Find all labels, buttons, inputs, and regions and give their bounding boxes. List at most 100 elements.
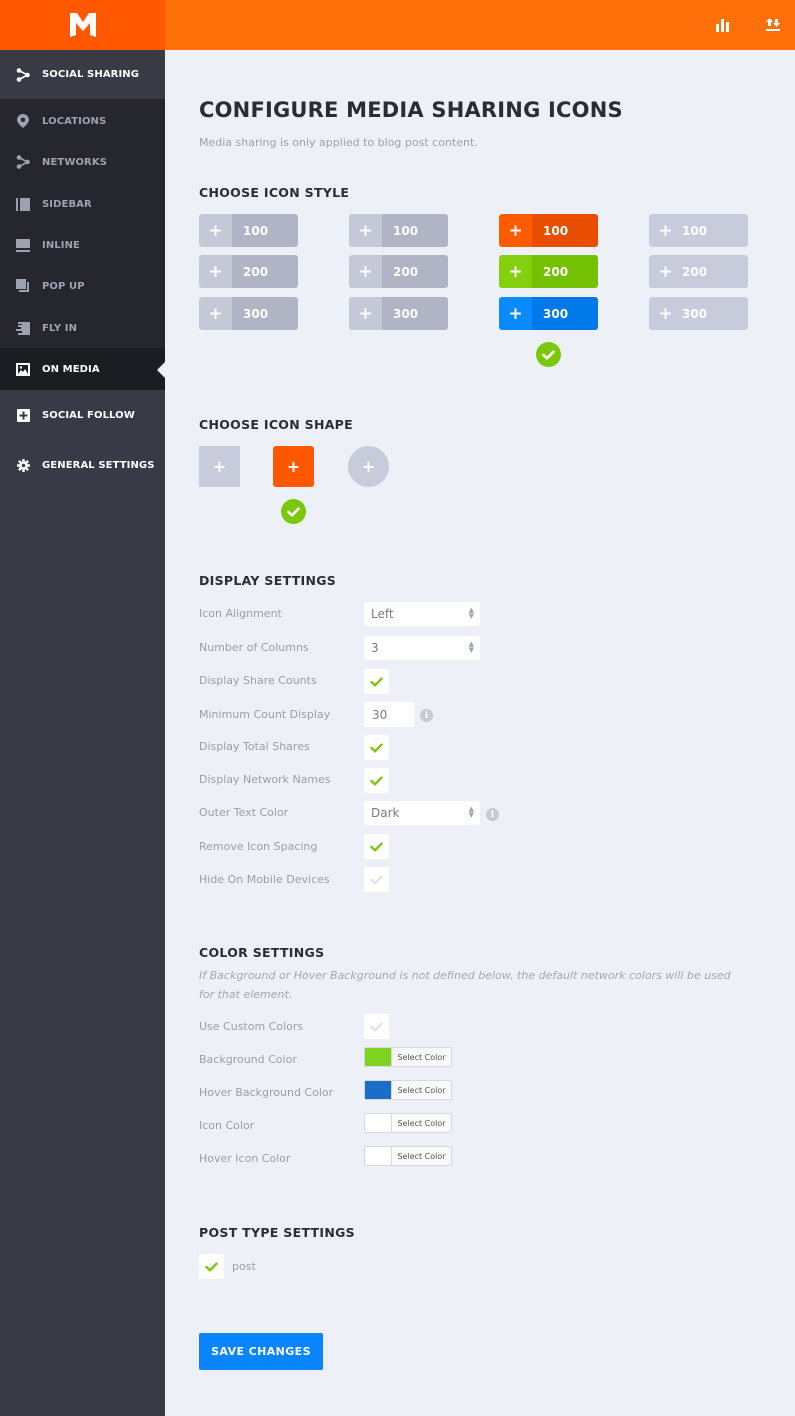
checkmark-icon xyxy=(370,875,383,884)
select-arrows-icon: ▲ ▼ xyxy=(468,640,474,654)
color-settings-note: If Background or Hover Background is not… xyxy=(199,969,731,1001)
color-swatch xyxy=(365,1114,391,1132)
select-arrows-icon: ▲ ▼ xyxy=(468,805,474,819)
image-icon xyxy=(16,362,30,376)
display-total-shares-label: Display Total Shares xyxy=(199,740,310,753)
hide-on-mobile-label: Hide On Mobile Devices xyxy=(199,873,330,886)
icon-style-1-button[interactable]: +300 xyxy=(199,297,298,330)
plus-icon: + xyxy=(199,255,232,288)
logo[interactable] xyxy=(0,0,165,50)
icon-style-count: 100 xyxy=(232,214,298,247)
remove-icon-spacing-label: Remove Icon Spacing xyxy=(199,840,318,853)
shape-option-rounded[interactable]: + xyxy=(273,446,314,487)
sidebar-item-label: ON MEDIA xyxy=(42,363,100,375)
plus-icon: + xyxy=(349,297,382,330)
icon-alignment-label: Icon Alignment xyxy=(199,607,282,620)
gear-icon xyxy=(16,458,30,472)
outer-text-color-value: Dark xyxy=(371,806,400,820)
fly-in-layout-icon xyxy=(16,321,30,335)
plus-icon: + xyxy=(212,457,227,476)
checkmark-icon xyxy=(370,842,383,851)
plus-icon: + xyxy=(499,297,532,330)
icon-alignment-select[interactable]: Left ▲ ▼ xyxy=(364,602,480,626)
save-changes-button[interactable]: SAVE CHANGES xyxy=(199,1333,323,1370)
outer-text-color-select[interactable]: Dark ▲ ▼ xyxy=(364,801,480,825)
hover-icon-color-label: Hover Icon Color xyxy=(199,1152,291,1165)
use-custom-colors-checkbox[interactable] xyxy=(364,1014,389,1039)
icon-color-picker[interactable]: Select Color xyxy=(364,1113,452,1133)
icon-style-4-button[interactable]: +200 xyxy=(649,255,748,288)
background-color-picker[interactable]: Select Color xyxy=(364,1047,452,1067)
sidebar-item-label: LOCATIONS xyxy=(42,115,107,127)
hover-background-color-picker[interactable]: Select Color xyxy=(364,1080,452,1100)
checkmark-icon xyxy=(370,677,383,686)
sidebar-item-locations[interactable]: LOCATIONS xyxy=(0,110,165,132)
icon-shape-heading: CHOOSE ICON SHAPE xyxy=(199,417,353,432)
sidebar-item-label: POP UP xyxy=(42,280,85,292)
active-indicator xyxy=(157,361,166,379)
display-network-names-checkbox[interactable] xyxy=(364,768,389,793)
display-share-counts-checkbox[interactable] xyxy=(364,669,389,694)
info-icon[interactable]: i xyxy=(486,808,499,821)
checkmark-icon xyxy=(370,1022,383,1031)
import-export-icon[interactable] xyxy=(765,17,781,33)
sidebar-layout-icon xyxy=(16,197,30,211)
sidebar-item-general-settings[interactable]: GENERAL SETTINGS xyxy=(0,454,165,476)
popup-layout-icon xyxy=(16,279,30,293)
icon-style-3-button[interactable]: +300 xyxy=(499,297,598,330)
stats-bar-chart-icon[interactable] xyxy=(715,17,731,33)
post-type-post-checkbox[interactable] xyxy=(199,1254,224,1279)
plus-icon: + xyxy=(649,214,682,247)
select-color-button[interactable]: Select Color xyxy=(391,1114,451,1132)
icon-style-count: 200 xyxy=(532,255,598,288)
icon-style-4-button[interactable]: +300 xyxy=(649,297,748,330)
checkmark-icon xyxy=(205,1262,218,1271)
minimum-count-display-input[interactable]: 30 xyxy=(364,702,414,727)
display-network-names-label: Display Network Names xyxy=(199,773,331,786)
select-arrows-icon: ▲ ▼ xyxy=(468,606,474,620)
sidebar-item-label: GENERAL SETTINGS xyxy=(42,459,155,471)
color-swatch xyxy=(365,1048,391,1066)
icon-style-2-button[interactable]: +100 xyxy=(349,214,448,247)
number-of-columns-label: Number of Columns xyxy=(199,641,309,654)
icon-style-count: 100 xyxy=(382,214,448,247)
sidebar-item-pop-up[interactable]: POP UP xyxy=(0,275,165,297)
icon-style-1-button[interactable]: +100 xyxy=(199,214,298,247)
number-of-columns-select[interactable]: 3 ▲ ▼ xyxy=(364,636,480,660)
select-color-button[interactable]: Select Color xyxy=(391,1048,451,1066)
share-network-icon xyxy=(16,67,30,82)
sidebar-item-inline[interactable]: INLINE xyxy=(0,234,165,256)
sidebar-item-networks[interactable]: NETWORKS xyxy=(0,151,165,173)
plus-icon: + xyxy=(199,214,232,247)
shape-option-square[interactable]: + xyxy=(199,446,240,487)
networks-icon xyxy=(16,155,30,169)
sidebar-item-fly-in[interactable]: FLY IN xyxy=(0,317,165,339)
icon-style-2-button[interactable]: +200 xyxy=(349,255,448,288)
icon-style-4-button[interactable]: +100 xyxy=(649,214,748,247)
icon-style-2-button[interactable]: +300 xyxy=(349,297,448,330)
select-color-button[interactable]: Select Color xyxy=(391,1147,451,1165)
select-color-button[interactable]: Select Color xyxy=(391,1081,451,1099)
icon-style-count: 200 xyxy=(382,255,448,288)
hide-on-mobile-checkbox[interactable] xyxy=(364,867,389,892)
plus-icon: + xyxy=(199,297,232,330)
display-total-shares-checkbox[interactable] xyxy=(364,735,389,760)
sidebar-item-label: SOCIAL FOLLOW xyxy=(42,409,135,421)
icon-alignment-value: Left xyxy=(371,607,394,621)
sidebar-item-social-sharing[interactable]: SOCIAL SHARING xyxy=(0,50,165,99)
icon-style-count: 300 xyxy=(682,297,748,330)
info-icon[interactable]: i xyxy=(420,709,433,722)
hover-background-color-label: Hover Background Color xyxy=(199,1086,334,1099)
remove-icon-spacing-checkbox[interactable] xyxy=(364,834,389,859)
post-type-settings-heading: POST TYPE SETTINGS xyxy=(199,1225,355,1240)
plus-icon: + xyxy=(361,457,376,476)
sidebar-item-on-media[interactable]: ON MEDIA xyxy=(0,348,165,390)
shape-option-circle[interactable]: + xyxy=(348,446,389,487)
icon-style-3-button[interactable]: +100 xyxy=(499,214,598,247)
sidebar-item-sidebar[interactable]: SIDEBAR xyxy=(0,193,165,215)
hover-icon-color-picker[interactable]: Select Color xyxy=(364,1146,452,1166)
icon-style-3-button[interactable]: +200 xyxy=(499,255,598,288)
plus-icon: + xyxy=(499,214,532,247)
icon-style-1-button[interactable]: +200 xyxy=(199,255,298,288)
sidebar-item-social-follow[interactable]: SOCIAL FOLLOW xyxy=(0,404,165,426)
